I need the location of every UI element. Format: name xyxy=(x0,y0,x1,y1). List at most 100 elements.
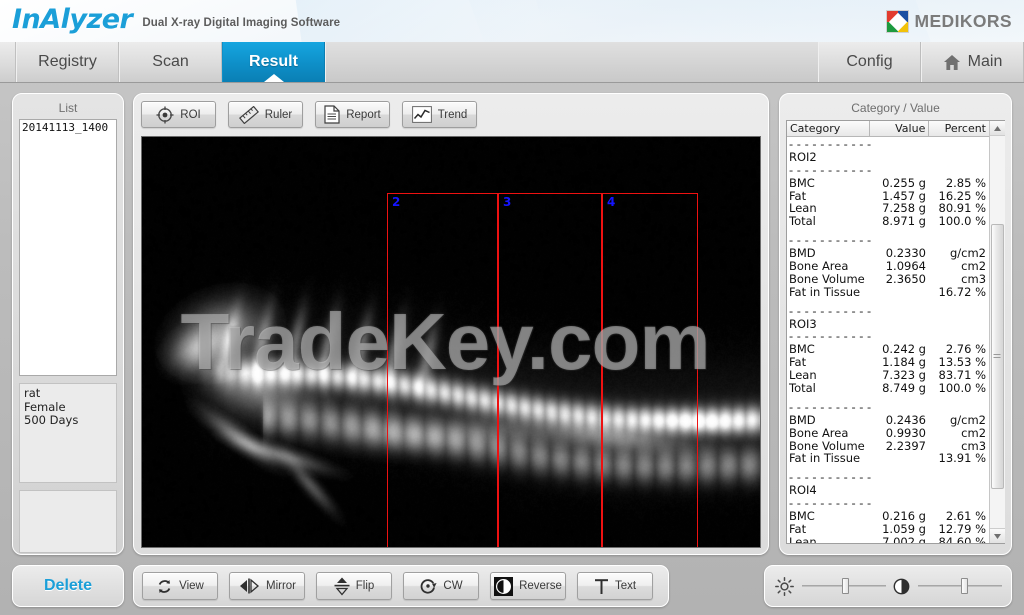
divider-text: - - - - - - - - - - - - xyxy=(789,163,875,177)
scrollbar-thumb[interactable] xyxy=(990,224,1004,489)
cell-category: Lean xyxy=(789,535,817,543)
cell-value: 2.3650 xyxy=(885,271,926,286)
list-panel-title: List xyxy=(58,101,78,115)
table-row[interactable]: Total 8.749 g 100.0 % xyxy=(789,382,989,395)
mirror-button-label: Mirror xyxy=(265,580,297,592)
column-header-value[interactable]: Value xyxy=(869,121,930,137)
table-row[interactable]: Fat in Tissue 16.72 % xyxy=(789,284,989,299)
cw-button-label: CW xyxy=(443,580,463,592)
table-row[interactable]: BMD 0.2436 g/cm2 xyxy=(789,413,989,427)
table-row[interactable]: Bone Area 1.0964 cm2 xyxy=(789,260,989,273)
table-row[interactable]: Bone Volume 2.3650 cm3 xyxy=(789,273,989,286)
flip-button[interactable]: Flip xyxy=(316,572,392,600)
delete-button[interactable]: Delete xyxy=(44,577,92,595)
app-subtitle: Dual X-ray Digital Imaging Software xyxy=(142,17,341,29)
mirror-icon xyxy=(238,578,260,594)
tab-config[interactable]: Config xyxy=(818,42,921,82)
roi-box-2[interactable]: 2 xyxy=(387,193,498,547)
cell-value xyxy=(871,484,928,497)
roi-label-4: 4 xyxy=(607,195,616,209)
reverse-button[interactable]: Reverse xyxy=(490,572,566,600)
contrast-slider-knob[interactable] xyxy=(961,578,969,594)
xray-image-view[interactable]: 2 3 4 TradeKey.com xyxy=(141,136,761,548)
image-panel: ROI Ruler Report Trend 2 3 4 TradeKey.co… xyxy=(133,93,769,555)
text-button[interactable]: Text xyxy=(577,572,653,600)
tab-registry-label: Registry xyxy=(38,53,97,70)
section-divider: - - - - - - - - - - - - xyxy=(789,164,989,177)
cell-value: 2.2397 xyxy=(885,438,926,453)
application-window: InAlyzer Dual X-ray Digital Imaging Soft… xyxy=(0,0,1024,615)
flip-button-label: Flip xyxy=(355,580,375,592)
cell-value: 1.059 g xyxy=(882,521,926,536)
contrast-slider-track xyxy=(918,585,1002,587)
cell-category: Fat xyxy=(789,189,807,203)
tab-registry[interactable]: Registry xyxy=(16,42,119,82)
contrast-slider[interactable] xyxy=(918,576,1002,596)
scrollbar-track[interactable] xyxy=(989,136,1005,528)
cell-value: 0.216 g xyxy=(882,509,926,524)
table-row[interactable]: ROI3 xyxy=(789,318,989,331)
results-panel: Category / Value Category Value Percent … xyxy=(779,93,1012,555)
table-row[interactable]: ROI4 xyxy=(789,484,989,497)
roi-label-3: 3 xyxy=(503,195,512,209)
cell-category: Bone Area xyxy=(789,426,849,440)
roi-box-3[interactable]: 3 xyxy=(498,193,602,547)
table-row[interactable]: Total 8.971 g 100.0 % xyxy=(789,215,989,228)
results-scrollbar[interactable] xyxy=(989,121,1005,543)
scrollbar-grip-icon xyxy=(993,353,1001,360)
column-header-percent[interactable]: Percent xyxy=(929,121,989,137)
cw-button[interactable]: CW xyxy=(403,572,479,600)
cell-value xyxy=(871,151,928,164)
cell-percent: cm2 xyxy=(961,425,987,440)
roi-button[interactable]: ROI xyxy=(141,101,216,128)
section-divider: - - - - - - - - - - - - xyxy=(789,305,989,318)
tab-scan[interactable]: Scan xyxy=(119,42,222,82)
table-row[interactable]: BMC 0.255 g 2.85 % xyxy=(789,176,989,190)
report-button[interactable]: Report xyxy=(315,101,390,128)
brightness-slider[interactable] xyxy=(802,576,886,596)
cell-category: Fat xyxy=(789,356,807,370)
cell-category: Bone Volume xyxy=(789,272,865,286)
scan-list[interactable]: 20141113_1400 xyxy=(19,119,117,376)
brightness-slider-knob[interactable] xyxy=(842,578,850,594)
tab-main[interactable]: Main xyxy=(921,42,1024,82)
display-adjust-panel xyxy=(764,565,1012,607)
table-row[interactable]: Fat 1.059 g 12.79 % xyxy=(789,523,989,536)
tab-result[interactable]: Result xyxy=(222,42,325,82)
cell-value: 1.0964 xyxy=(885,259,926,274)
column-header-category[interactable]: Category xyxy=(787,121,870,137)
cell-percent: 100.0 % xyxy=(938,381,987,396)
view-button[interactable]: View xyxy=(142,572,218,600)
roi-box-4[interactable]: 4 xyxy=(602,193,698,547)
cell-category: ROI2 xyxy=(789,150,817,164)
app-header: InAlyzer Dual X-ray Digital Imaging Soft… xyxy=(0,0,1024,42)
company-name: MEDIKORS xyxy=(914,11,1012,31)
ruler-button[interactable]: Ruler xyxy=(228,101,303,128)
results-panel-title: Category / Value xyxy=(851,101,940,115)
scroll-up-icon[interactable] xyxy=(989,121,1005,136)
mirror-button[interactable]: Mirror xyxy=(229,572,305,600)
cell-category: ROI3 xyxy=(789,317,817,331)
cell-percent: 16.72 % xyxy=(938,284,987,299)
cell-category: Total xyxy=(789,215,816,229)
cell-value: 7.002 g xyxy=(882,534,926,543)
scroll-down-icon[interactable] xyxy=(989,528,1005,543)
list-item[interactable]: 20141113_1400 xyxy=(20,120,116,135)
tab-scan-label: Scan xyxy=(152,53,189,70)
cell-percent: 12.79 % xyxy=(938,521,987,536)
roi-button-label: ROI xyxy=(180,108,201,121)
reverse-button-label: Reverse xyxy=(519,580,562,592)
table-row[interactable]: BMC 0.216 g 2.61 % xyxy=(789,510,989,523)
brightness-icon xyxy=(775,576,794,596)
results-table-header: Category Value Percent xyxy=(787,121,989,137)
cell-category: ROI4 xyxy=(789,484,817,498)
trend-button[interactable]: Trend xyxy=(402,101,477,128)
cell-percent: 13.91 % xyxy=(938,451,987,466)
cell-percent xyxy=(928,484,989,497)
table-row[interactable]: Lean 7.002 g 84.60 % xyxy=(789,534,989,543)
divider-text: - - - - - - - - - - - - xyxy=(789,330,875,344)
report-button-label: Report xyxy=(346,108,381,121)
table-row[interactable]: ROI2 xyxy=(789,151,989,164)
table-row[interactable]: Bone Area 0.9930 cm2 xyxy=(789,425,989,440)
table-row[interactable]: Fat in Tissue 13.91 % xyxy=(789,452,989,465)
